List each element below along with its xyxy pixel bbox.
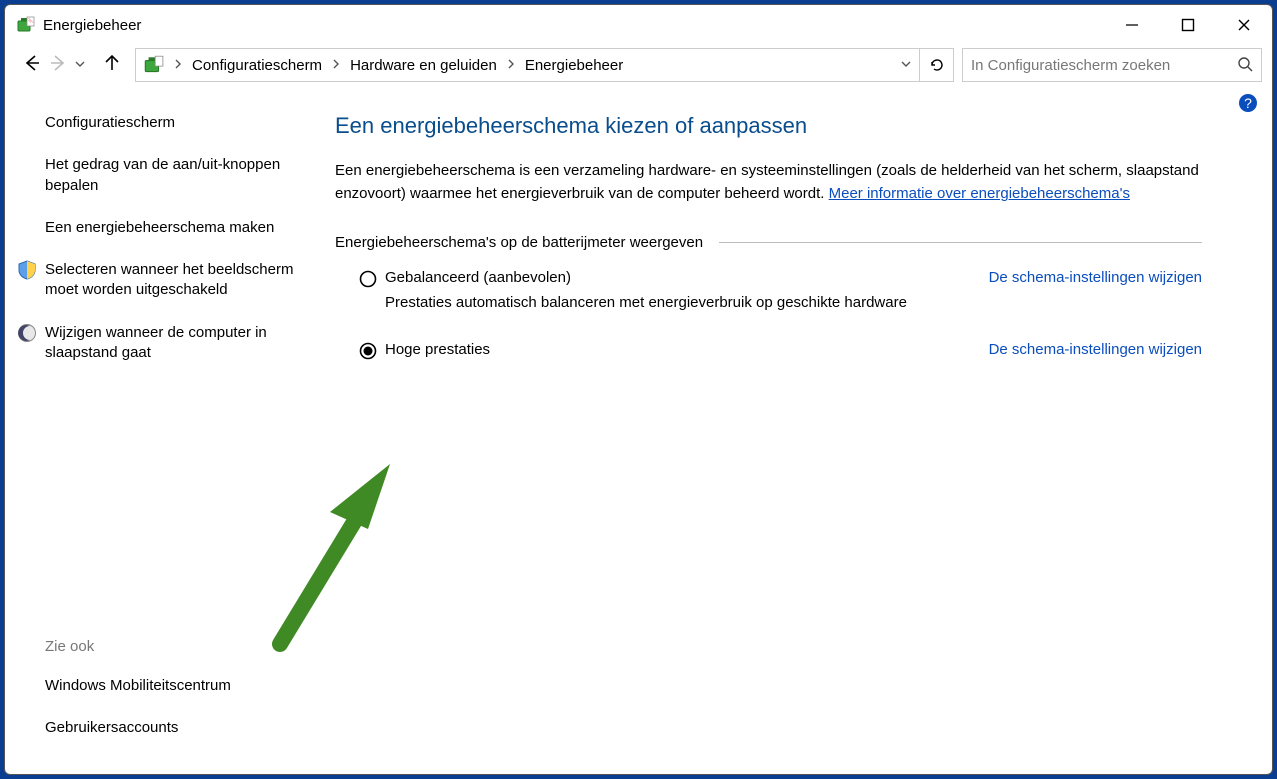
plan-high-performance-label[interactable]: Hoge prestaties (385, 341, 490, 358)
content-area: ? Configuratiescherm Het gedrag van de a… (5, 89, 1272, 774)
more-info-link[interactable]: Meer informatie over energiebeheerschema… (829, 185, 1130, 202)
close-button[interactable] (1216, 5, 1272, 45)
change-settings-link-high-perf[interactable]: De schema-instellingen wijzigen (989, 341, 1202, 358)
breadcrumb-chevron-icon[interactable] (328, 59, 344, 72)
sidebar-item-label: Selecteren wanneer het beeldscherm moet … (45, 261, 293, 298)
sidebar-link-sleep[interactable]: Wijzigen wanneer de computer in slaapsta… (45, 323, 295, 364)
main-panel: Een energiebeheerschema kiezen of aanpas… (305, 95, 1272, 774)
recent-dropdown[interactable] (71, 59, 89, 72)
back-button[interactable] (23, 54, 41, 76)
shield-icon (17, 260, 37, 280)
divider (719, 242, 1202, 243)
plan-balanced-row: Gebalanceerd (aanbevolen) De schema-inst… (335, 269, 1202, 288)
breadcrumb-chevron-icon[interactable] (170, 59, 186, 72)
power-options-icon (15, 15, 35, 35)
sidebar-link-control-panel[interactable]: Configuratiescherm (45, 113, 295, 133)
plan-group-header: Energiebeheerschema's op de batterijmete… (335, 234, 1202, 251)
page-description: Een energiebeheerschema is een verzameli… (335, 159, 1202, 206)
breadcrumb-control-panel[interactable]: Configuratiescherm (186, 49, 328, 81)
search-box[interactable] (962, 48, 1262, 82)
power-options-icon (142, 54, 164, 76)
window: Energiebeheer (4, 4, 1273, 775)
breadcrumb-power[interactable]: Energiebeheer (519, 49, 629, 81)
breadcrumb-chevron-icon[interactable] (503, 59, 519, 72)
plan-high-performance-row: Hoge prestaties De schema-instellingen w… (335, 341, 1202, 360)
sidebar-link-display-off[interactable]: Selecteren wanneer het beeldscherm moet … (45, 260, 295, 301)
radio-balanced[interactable] (359, 270, 377, 288)
moon-icon (17, 323, 37, 343)
sidebar-item-label: Wijzigen wanneer de computer in slaapsta… (45, 324, 267, 361)
plan-balanced-label[interactable]: Gebalanceerd (aanbevolen) (385, 269, 571, 286)
search-icon[interactable] (1237, 56, 1253, 75)
titlebar: Energiebeheer (5, 5, 1272, 45)
window-controls (1104, 5, 1272, 45)
page-heading: Een energiebeheerschema kiezen of aanpas… (335, 113, 1202, 139)
forward-button[interactable] (49, 54, 67, 76)
address-dropdown[interactable] (893, 59, 919, 72)
window-title: Energiebeheer (43, 17, 141, 34)
nav-row: Configuratiescherm Hardware en geluiden … (5, 45, 1272, 89)
see-also-mobility[interactable]: Windows Mobiliteitscentrum (45, 676, 295, 696)
change-settings-link-balanced[interactable]: De schema-instellingen wijzigen (989, 269, 1202, 286)
sidebar: Configuratiescherm Het gedrag van de aan… (5, 95, 305, 774)
radio-high-performance[interactable] (359, 342, 377, 360)
refresh-button[interactable] (919, 49, 953, 81)
sidebar-link-create-plan[interactable]: Een energiebeheerschema maken (45, 218, 295, 238)
see-also: Zie ook Windows Mobiliteitscentrum Gebru… (45, 637, 295, 764)
see-also-accounts[interactable]: Gebruikersaccounts (45, 718, 295, 738)
minimize-button[interactable] (1104, 5, 1160, 45)
see-also-header: Zie ook (45, 637, 295, 657)
search-input[interactable] (971, 57, 1237, 74)
up-button[interactable] (103, 54, 121, 77)
breadcrumb-hardware[interactable]: Hardware en geluiden (344, 49, 503, 81)
maximize-button[interactable] (1160, 5, 1216, 45)
sidebar-link-button-behavior[interactable]: Het gedrag van de aan/uit-knoppen bepale… (45, 155, 295, 196)
address-bar[interactable]: Configuratiescherm Hardware en geluiden … (135, 48, 954, 82)
plan-balanced-desc: Prestaties automatisch balanceren met en… (335, 294, 1202, 311)
